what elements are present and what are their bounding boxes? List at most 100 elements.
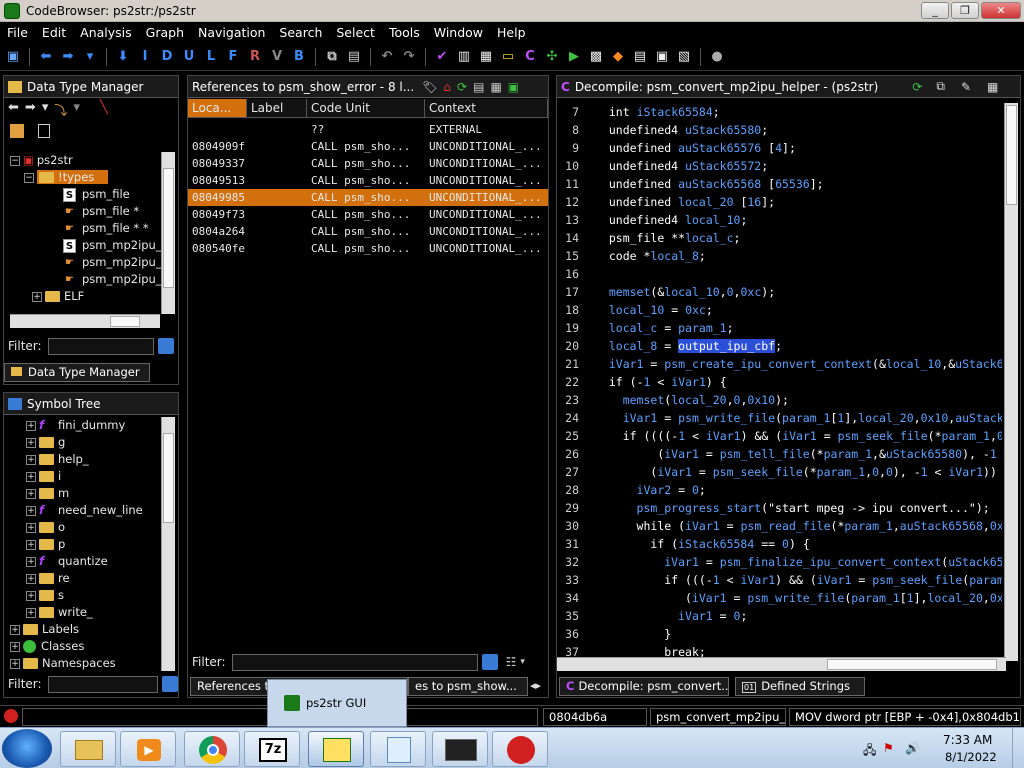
next-instruction-icon[interactable]: I bbox=[136, 48, 154, 66]
code-line[interactable]: 12 undefined local_20 [16]; bbox=[557, 193, 775, 211]
memory-map-icon[interactable]: ▩ bbox=[587, 48, 605, 66]
next-value-icon[interactable]: V bbox=[268, 48, 286, 66]
archive-icon[interactable]: ⤵ bbox=[54, 100, 67, 119]
tab-defined-strings[interactable]: 01 Defined Strings bbox=[735, 677, 865, 696]
decompile-horizontal-scrollbar[interactable] bbox=[557, 657, 1006, 671]
forward-arrow-icon[interactable]: ➡ bbox=[59, 48, 77, 66]
filter-types-icon[interactable] bbox=[10, 124, 24, 138]
scrollbar-thumb[interactable] bbox=[1006, 105, 1017, 205]
code-line[interactable]: 16 bbox=[557, 265, 595, 283]
tab-references-2[interactable]: es to psm_show... bbox=[408, 677, 528, 696]
taskbar-preview-popup[interactable]: ps2str GUI bbox=[267, 679, 407, 727]
code-line[interactable]: 15 code *local_8; bbox=[557, 247, 706, 265]
tree-node-folder[interactable]: + o bbox=[10, 519, 162, 536]
tree-node-function[interactable]: + f quantize bbox=[10, 553, 162, 570]
taskbar-ps2str-gui[interactable] bbox=[308, 731, 364, 767]
collapse-icon[interactable] bbox=[38, 124, 50, 138]
tree-node-ps2str[interactable]: − ▣ ps2str bbox=[10, 152, 160, 169]
code-line[interactable]: 11 undefined auStack65568 [65536]; bbox=[557, 175, 823, 193]
taskbar-console[interactable] bbox=[432, 731, 488, 767]
expand-toggle-icon[interactable]: + bbox=[26, 437, 36, 448]
filter-icon[interactable]: ▤ bbox=[473, 80, 484, 94]
scrollbar-thumb[interactable] bbox=[163, 433, 174, 523]
tag-icon[interactable]: 🏷 bbox=[422, 80, 437, 94]
expand-toggle-icon[interactable]: + bbox=[26, 505, 36, 516]
back-arrow-icon[interactable]: ⬅ bbox=[8, 100, 19, 119]
code-line[interactable]: 21 iVar1 = psm_create_ipu_convert_contex… bbox=[557, 355, 1002, 373]
home-icon[interactable]: ⌂ bbox=[443, 80, 451, 94]
tree-node-type[interactable]: ☛ psm_file * * bbox=[10, 220, 160, 237]
clock-time[interactable]: 7:33 AM bbox=[943, 733, 992, 747]
tree-node-folder[interactable]: + g bbox=[10, 434, 162, 451]
next-undefined-icon[interactable]: U bbox=[180, 48, 198, 66]
tree-node-folder[interactable]: + help_ bbox=[10, 451, 162, 468]
tree-node-type[interactable]: Spsm_file bbox=[10, 186, 160, 203]
table-row[interactable]: 08049513 CALL psm_sho... UNCONDITIONAL_... bbox=[188, 172, 548, 189]
column-filter-icon[interactable]: ☷ bbox=[506, 655, 517, 669]
redo-icon[interactable]: ↷ bbox=[400, 48, 418, 66]
collapse-toggle-icon[interactable]: − bbox=[24, 172, 34, 183]
code-line[interactable]: 23 memset(local_20,0,0x10); bbox=[557, 391, 789, 409]
code-line[interactable]: 19 local_c = param_1; bbox=[557, 319, 733, 337]
references-icon[interactable]: ▣ bbox=[653, 48, 671, 66]
dtm-filter-input[interactable] bbox=[47, 337, 154, 355]
start-button[interactable] bbox=[2, 729, 52, 768]
next-reference-icon[interactable]: R bbox=[246, 48, 264, 66]
code-line[interactable]: 29 psm_progress_start("start mpeg -> ipu… bbox=[557, 499, 990, 517]
code-line[interactable]: 26 (iVar1 = psm_tell_file(*param_1,&uSta… bbox=[557, 445, 1002, 463]
expand-toggle-icon[interactable]: + bbox=[26, 590, 36, 601]
snapshot-icon[interactable]: ▦ bbox=[987, 80, 998, 94]
network-icon[interactable]: 🖧 bbox=[863, 741, 876, 762]
next-data-icon[interactable]: D bbox=[158, 48, 176, 66]
tree-node-type[interactable]: ☛ psm_mp2ipu_h bbox=[10, 254, 169, 271]
select-icon[interactable]: ▣ bbox=[508, 80, 519, 94]
filter-options-icon[interactable] bbox=[157, 338, 174, 354]
tree-node-type[interactable]: ☛ psm_mp2ipu_h bbox=[10, 271, 169, 288]
code-line[interactable]: 8 undefined4 uStack65580; bbox=[557, 121, 768, 139]
next-label-icon[interactable]: L bbox=[202, 48, 220, 66]
tab-scroll-arrows[interactable]: ◂▸ bbox=[530, 679, 541, 692]
code-line[interactable]: 13 undefined4 local_10; bbox=[557, 211, 747, 229]
tab-data-type-manager[interactable]: Data Type Manager bbox=[4, 363, 150, 382]
column-label[interactable]: Label bbox=[247, 99, 307, 117]
code-line[interactable]: 20 local_8 = output_ipu_cbf; bbox=[557, 337, 782, 355]
copy-icon[interactable]: ⧉ bbox=[936, 79, 945, 94]
table-row[interactable]: 08049337 CALL psm_sho... UNCONDITIONAL_... bbox=[188, 155, 548, 172]
expand-toggle-icon[interactable]: + bbox=[10, 658, 20, 669]
dropdown-arrow-icon[interactable]: ▾ bbox=[73, 100, 80, 119]
tree-node-folder[interactable]: + re bbox=[10, 570, 162, 587]
code-line[interactable]: 17 memset(&local_10,0,0xc); bbox=[557, 283, 775, 301]
code-line[interactable]: 27 (iVar1 = psm_seek_file(*param_1,0,0),… bbox=[557, 463, 1002, 481]
expand-toggle-icon[interactable]: + bbox=[10, 624, 20, 635]
code-line[interactable]: 28 iVar2 = 0; bbox=[557, 481, 706, 499]
menu-file[interactable]: File bbox=[0, 22, 35, 43]
taskbar-explorer[interactable] bbox=[60, 731, 116, 767]
code-line[interactable]: 33 if (((-1 < iVar1) && (iVar1 = psm_see… bbox=[557, 571, 1002, 589]
expand-toggle-icon[interactable]: + bbox=[26, 420, 36, 431]
run-script-icon[interactable]: ▶ bbox=[565, 48, 583, 66]
expand-toggle-icon[interactable]: + bbox=[26, 488, 36, 499]
references-filter-input[interactable] bbox=[231, 653, 478, 671]
copy-icon[interactable]: ⧉ bbox=[323, 48, 341, 66]
tree-node-function[interactable]: + f fini_dummy bbox=[10, 417, 162, 434]
code-line[interactable]: 31 if (iStack65584 == 0) { bbox=[557, 535, 810, 553]
taskbar-chrome[interactable] bbox=[184, 731, 240, 767]
code-line[interactable]: 35 iVar1 = 0; bbox=[557, 607, 747, 625]
next-bookmark-icon[interactable]: B bbox=[290, 48, 308, 66]
symbol-tree-filter-input[interactable] bbox=[47, 675, 158, 693]
code-line[interactable]: 30 while (iVar1 = psm_read_file(*param_1… bbox=[557, 517, 1002, 535]
listing-icon[interactable]: ▥ bbox=[455, 48, 473, 66]
function-graph-icon[interactable]: ✣ bbox=[543, 48, 561, 66]
code-line[interactable]: 32 iVar1 = psm_finalize_ipu_convert_cont… bbox=[557, 553, 1002, 571]
tree-node-folder[interactable]: + s bbox=[10, 587, 162, 604]
maximize-button[interactable]: ❐ bbox=[951, 2, 979, 19]
expand-toggle-icon[interactable]: + bbox=[26, 454, 36, 465]
bytes-icon[interactable]: ▦ bbox=[477, 48, 495, 66]
tree-node-namespaces[interactable]: + Namespaces bbox=[10, 655, 162, 672]
filter-options-icon[interactable] bbox=[481, 654, 498, 670]
decompile-vertical-scrollbar[interactable] bbox=[1004, 103, 1018, 661]
code-line[interactable]: 25 if ((((-1 < iVar1) && (iVar1 = psm_se… bbox=[557, 427, 1002, 445]
code-line[interactable]: 34 (iVar1 = psm_write_file(param_1[1],lo… bbox=[557, 589, 1002, 607]
code-line[interactable]: 36 } bbox=[557, 625, 671, 643]
tree-node-type[interactable]: ☛ psm_file * bbox=[10, 203, 160, 220]
